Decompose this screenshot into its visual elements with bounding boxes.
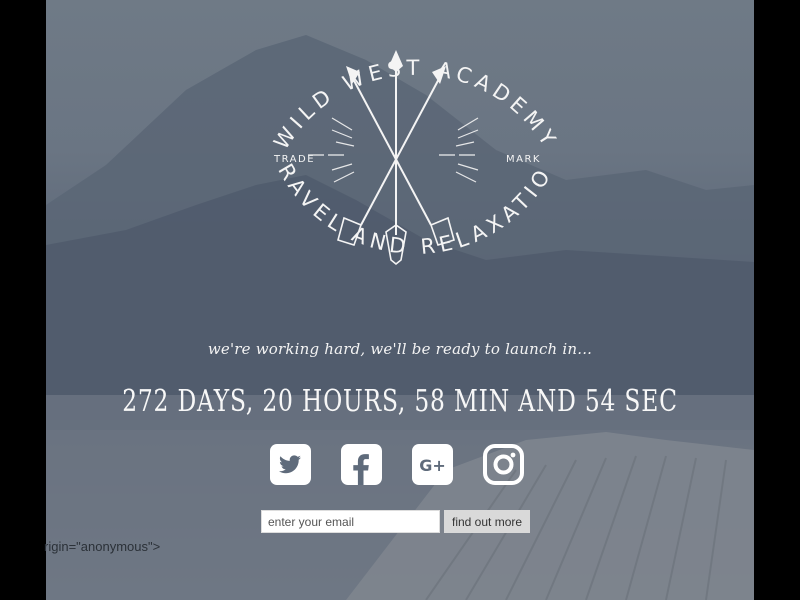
twitter-link[interactable] [270, 444, 311, 485]
find-out-more-button[interactable]: find out more [444, 510, 531, 533]
logo-arrows [350, 65, 442, 235]
instagram-icon [483, 444, 524, 485]
twitter-icon [270, 444, 311, 485]
academy-logo: WILD WEST ACADEMY TRAVEL AND RELAXATION … [46, 0, 563, 266]
stray-markup-text: rigin="anonymous"> [44, 539, 161, 554]
instagram-link[interactable] [483, 444, 524, 485]
logo-trade-text: TRADE [273, 154, 315, 165]
logo-mark-text: MARK [506, 154, 541, 165]
svg-text:G+: G+ [419, 456, 446, 475]
left-letterbox [0, 0, 46, 600]
logo-rays [331, 117, 479, 183]
logo-arc-top-text: WILD WEST ACADEMY [269, 56, 563, 154]
email-input[interactable] [261, 510, 440, 533]
google-plus-link[interactable]: G+ [412, 444, 453, 485]
countdown-timer: 272 DAYS, 20 HOURS, 58 MIN AND 54 SEC [122, 384, 678, 419]
facebook-link[interactable] [341, 444, 382, 485]
google-plus-icon: G+ [412, 444, 453, 485]
social-links: G+ [270, 444, 524, 485]
email-signup-form: find out more [261, 510, 531, 533]
facebook-icon [341, 444, 382, 485]
right-letterbox [754, 0, 800, 600]
launch-tagline: we're working hard, we'll be ready to la… [207, 340, 593, 358]
